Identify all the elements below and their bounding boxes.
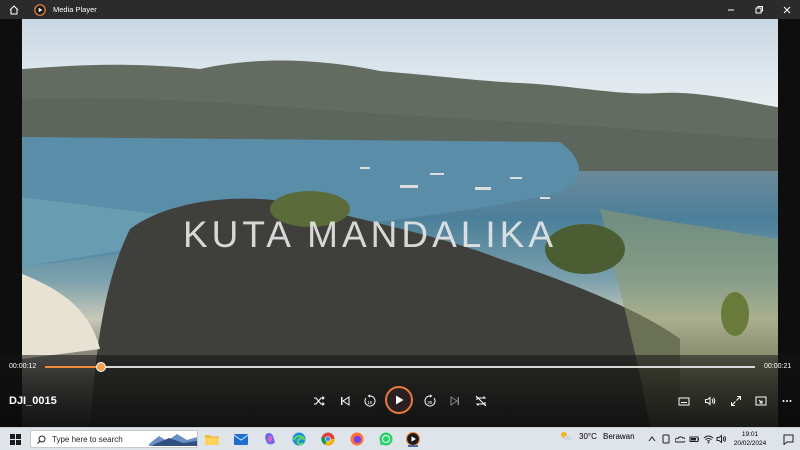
- media-player-icon: [406, 432, 420, 446]
- close-icon: [783, 6, 791, 13]
- mail-icon: [234, 433, 248, 445]
- chrome-icon: [321, 432, 335, 446]
- windows-logo-icon: [9, 433, 21, 445]
- battery-icon: [689, 436, 699, 442]
- taskbar-app-file-explorer[interactable]: [204, 431, 220, 447]
- taskbar: Type here to search 30°C Berawan 19:01 2…: [0, 427, 800, 450]
- volume-icon: [705, 396, 716, 406]
- home-icon[interactable]: [6, 2, 21, 17]
- seek-bar-thumb[interactable]: [96, 362, 107, 372]
- fullscreen-icon: [731, 396, 741, 406]
- next-icon: [450, 396, 459, 406]
- speaker-icon: [716, 434, 726, 444]
- notifications-button[interactable]: [780, 431, 796, 447]
- weather-text: Berawan: [603, 432, 635, 441]
- fullscreen-button[interactable]: [726, 391, 746, 411]
- search-icon: [37, 435, 46, 444]
- play-button[interactable]: [385, 386, 413, 414]
- wifi-icon: [703, 435, 713, 444]
- forward-30-icon: 30: [424, 394, 436, 407]
- taskbar-app-copilot[interactable]: [262, 431, 278, 447]
- restore-button[interactable]: [744, 0, 774, 19]
- taskbar-app-firefox[interactable]: [349, 431, 365, 447]
- chevron-up-icon: [648, 436, 656, 442]
- minimize-button[interactable]: [716, 0, 746, 19]
- mini-player-icon: [755, 396, 767, 406]
- repeat-off-icon: [475, 395, 487, 407]
- current-time: 00:00:12: [9, 363, 37, 370]
- whatsapp-icon: [379, 432, 393, 446]
- clock-date: 20/02/2024: [733, 440, 767, 447]
- play-icon: [396, 395, 404, 405]
- volume-button[interactable]: [700, 391, 720, 411]
- rewind-10-icon: 10: [364, 394, 376, 407]
- more-options-icon: [782, 400, 792, 402]
- mini-player-button[interactable]: [751, 391, 771, 411]
- next-button[interactable]: [445, 391, 465, 411]
- taskbar-app-mail[interactable]: [233, 431, 249, 447]
- rewind-button[interactable]: 10: [360, 391, 380, 411]
- search-highlight-image: [149, 434, 197, 446]
- start-button[interactable]: [7, 431, 23, 447]
- seek-bar[interactable]: [45, 362, 755, 372]
- subtitles-button[interactable]: [674, 391, 694, 411]
- search-placeholder: Type here to search: [52, 435, 123, 444]
- window-title: Media Player: [53, 5, 97, 14]
- clock[interactable]: 19:01 20/02/2024: [728, 430, 772, 448]
- restore-icon: [755, 5, 763, 13]
- svg-text:30: 30: [427, 400, 433, 405]
- copilot-icon: [265, 432, 275, 445]
- subtitles-icon: [678, 397, 690, 406]
- forward-button[interactable]: 30: [420, 391, 440, 411]
- active-app-indicator: [408, 445, 418, 447]
- more-options-button[interactable]: [777, 391, 797, 411]
- shuffle-button[interactable]: [309, 391, 329, 411]
- tray-volume-icon[interactable]: [713, 431, 729, 447]
- total-time: 00:00:21: [764, 363, 792, 370]
- sign-text: KUTA MANDALIKA: [183, 214, 558, 255]
- seek-bar-progress: [45, 366, 101, 368]
- player-controls: 00:00:12 00:00:21 DJI_0015 10 30: [0, 355, 800, 427]
- weather-temp: 30°C: [579, 432, 597, 441]
- notification-icon: [783, 434, 793, 445]
- media-title: DJI_0015: [9, 395, 57, 407]
- media-player-icon: [32, 2, 47, 17]
- previous-button[interactable]: [335, 391, 355, 411]
- onedrive-icon: [675, 436, 685, 443]
- repeat-button[interactable]: [471, 391, 491, 411]
- taskbar-app-chrome[interactable]: [320, 431, 336, 447]
- shuffle-icon: [314, 396, 325, 406]
- title-bar: Media Player: [0, 0, 800, 19]
- clock-time: 19:01: [741, 431, 759, 438]
- taskbar-search[interactable]: Type here to search: [30, 430, 198, 448]
- svg-text:10: 10: [367, 400, 373, 405]
- previous-icon: [341, 396, 350, 406]
- taskbar-app-whatsapp[interactable]: [378, 431, 394, 447]
- firefox-icon: [350, 432, 364, 446]
- minimize-icon: [728, 9, 734, 10]
- edge-icon: [292, 432, 306, 446]
- taskbar-app-media-player[interactable]: [405, 431, 421, 447]
- tablet-icon: [662, 434, 670, 444]
- partly-cloudy-icon: [561, 432, 572, 440]
- close-button[interactable]: [772, 0, 800, 19]
- taskbar-app-edge[interactable]: [291, 431, 307, 447]
- file-explorer-icon: [205, 435, 219, 445]
